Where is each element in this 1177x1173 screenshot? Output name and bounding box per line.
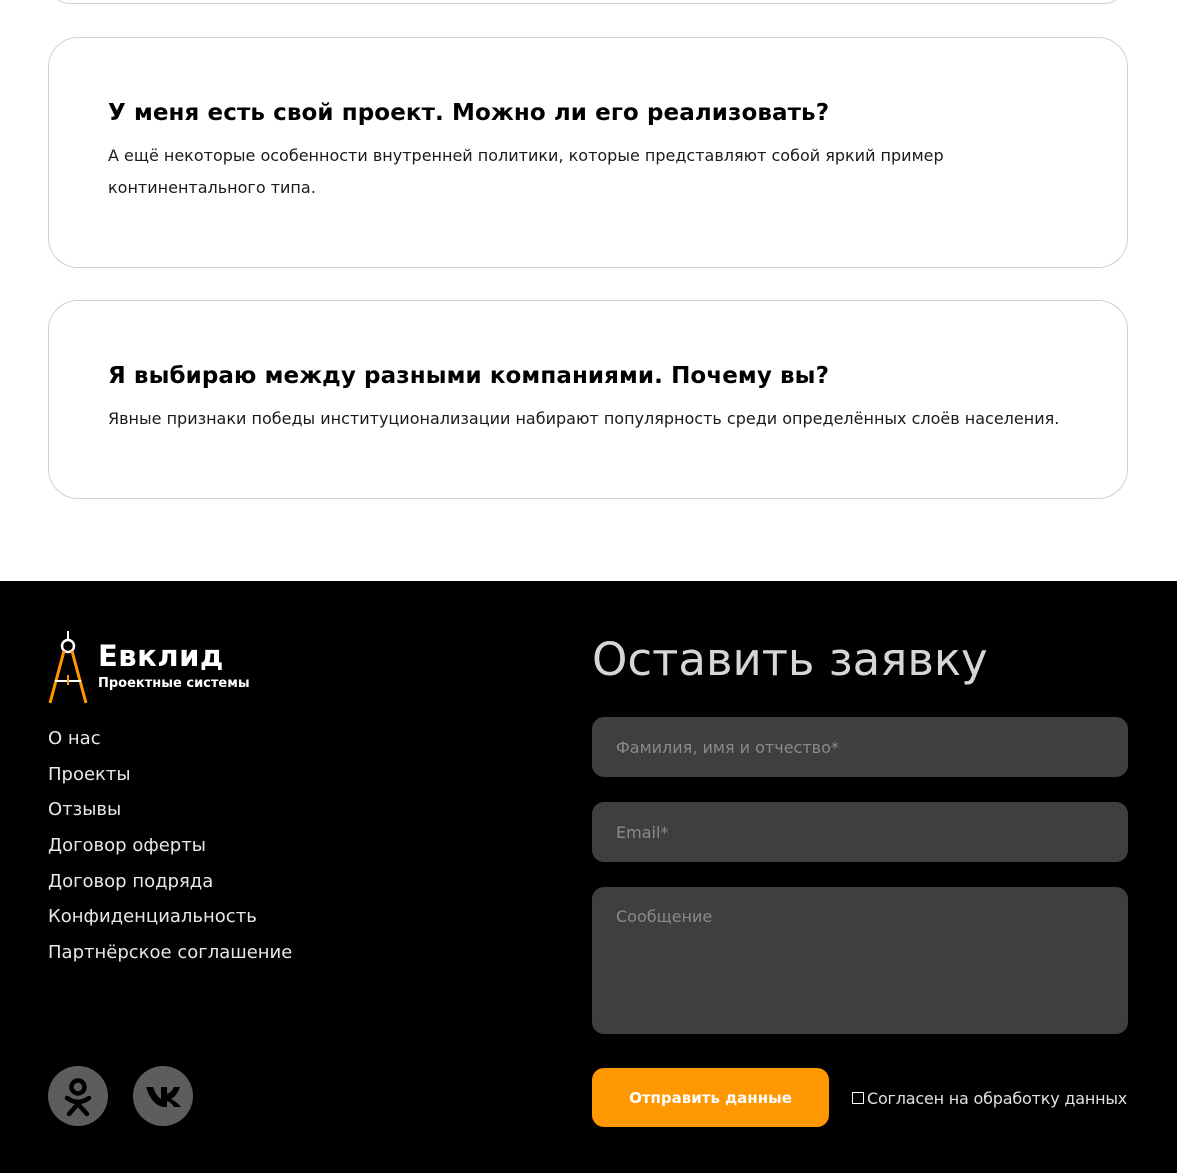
faq-question: У меня есть свой проект. Можно ли его ре… (108, 100, 830, 126)
nav-link-offer[interactable]: Договор оферты (48, 835, 206, 856)
faq-question: Я выбираю между разными компаниями. Поче… (108, 363, 830, 389)
vk-icon (146, 1087, 181, 1107)
nav-link-privacy[interactable]: Конфиденциальность (48, 906, 257, 927)
submit-button[interactable]: Отправить данные (592, 1068, 829, 1127)
footer-nav-item: Конфиденциальность (48, 906, 292, 942)
email-input[interactable] (592, 802, 1128, 862)
faq-card-previous-edge (48, 0, 1126, 4)
faq-answer: А ещё некоторые особенности внутренней п… (108, 146, 944, 197)
odnoklassniki-link[interactable] (48, 1066, 108, 1126)
faq-item[interactable]: У меня есть свой проект. Можно ли его ре… (48, 37, 1128, 268)
consent-label: Согласен на обработку данных (867, 1088, 1128, 1108)
nav-link-reviews[interactable]: Отзывы (48, 799, 121, 820)
footer-nav-item: Проекты (48, 764, 292, 800)
footer-nav-item: О нас (48, 728, 292, 764)
faq-answer: Явные признаки победы институционализаци… (108, 409, 1060, 428)
nav-link-partner[interactable]: Партнёрское соглашение (48, 942, 292, 963)
faq-item[interactable]: Я выбираю между разными компаниями. Поче… (48, 300, 1128, 499)
logo-subtitle: Проектные системы (98, 676, 250, 691)
footer-nav-item: Партнёрское соглашение (48, 942, 292, 978)
logo-name: Евклид (98, 639, 224, 673)
odnoklassniki-icon (64, 1078, 92, 1117)
footer-nav-item: Договор оферты (48, 835, 292, 871)
nav-link-contract[interactable]: Договор подряда (48, 871, 213, 892)
nav-link-projects[interactable]: Проекты (48, 764, 131, 785)
vk-link[interactable] (133, 1066, 193, 1126)
full-name-input[interactable] (592, 717, 1128, 777)
footer-nav-item: Отзывы (48, 799, 292, 835)
footer-nav: О нас Проекты Отзывы Договор оферты Дого… (48, 728, 292, 978)
message-textarea[interactable] (592, 887, 1128, 1034)
logo[interactable]: Евклид Проектные системы (48, 631, 288, 707)
nav-link-about[interactable]: О нас (48, 728, 101, 749)
footer-nav-item: Договор подряда (48, 871, 292, 907)
form-title: Оставить заявку (592, 633, 988, 686)
consent-checkbox[interactable] (852, 1092, 864, 1104)
consent-checkbox-label[interactable]: Согласен на обработку данных (852, 1087, 1127, 1109)
footer: Евклид Проектные системы О нас Проекты О… (0, 581, 1177, 1173)
compass-icon (48, 631, 88, 704)
